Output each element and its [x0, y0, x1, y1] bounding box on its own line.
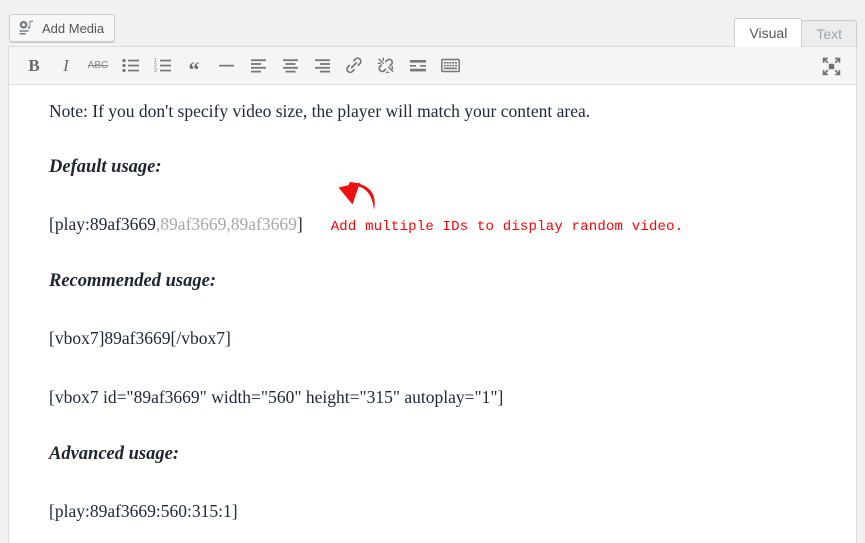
- tab-text[interactable]: Text: [801, 20, 857, 47]
- strikethrough-glyph: ABC: [87, 60, 109, 71]
- shortcode-advanced: [play:89af3669:560:315:1]: [49, 500, 238, 521]
- bold-icon[interactable]: B: [19, 52, 49, 80]
- bold-glyph: B: [28, 55, 40, 75]
- editor-top-bar: Add Media Visual Text: [0, 0, 865, 47]
- editor-toolbar: B I ABC 1 2 3 “: [9, 47, 856, 85]
- post-editor-screen: Add Media Visual Text B I ABC 1 2 3 “ No…: [0, 0, 865, 543]
- tab-text-label: Text: [816, 26, 842, 42]
- add-media-button[interactable]: Add Media: [9, 14, 116, 42]
- tab-visual[interactable]: Visual: [734, 18, 803, 47]
- strikethrough-icon[interactable]: ABC: [83, 52, 113, 80]
- editor-container: B I ABC 1 2 3 “ Note: If you don't speci…: [8, 46, 857, 543]
- heading-advanced-usage: Advanced usage:: [49, 443, 179, 464]
- shortcode-default: [play:89af3669,89af3669,89af3669]: [49, 212, 303, 237]
- tab-visual-label: Visual: [749, 25, 788, 41]
- toolbar-toggle-icon[interactable]: [435, 52, 465, 80]
- align-center-icon[interactable]: [275, 52, 305, 80]
- blockquote-icon[interactable]: “: [179, 52, 209, 80]
- heading-recommended-usage: Recommended usage:: [49, 270, 216, 291]
- shortcode-default-main: [play:89af3669: [49, 214, 156, 235]
- distraction-free-writing-icon[interactable]: [816, 52, 846, 80]
- shortcode-default-dim: ,89af3669,89af3669: [155, 214, 297, 235]
- horizontal-rule-icon[interactable]: [211, 52, 241, 80]
- note-paragraph: Note: If you don't specify video size, t…: [49, 101, 591, 121]
- shortcode-vbox-full: [vbox7 id="89af3669" width="560" height=…: [49, 387, 504, 408]
- numbered-list-icon[interactable]: 1 2 3: [147, 52, 177, 80]
- read-more-tag-icon[interactable]: [403, 52, 433, 80]
- heading-default-usage: Default usage:: [49, 157, 162, 178]
- shortcode-vbox-simple: [vbox7]89af3669[/vbox7]: [49, 327, 231, 348]
- media-icon: [18, 19, 36, 37]
- shortcode-default-row: [play:89af3669,89af3669,89af3669] Add mu…: [49, 182, 834, 237]
- align-right-icon[interactable]: [307, 52, 337, 80]
- shortcode-default-end: ]: [296, 214, 303, 235]
- add-media-label: Add Media: [42, 20, 105, 36]
- editor-mode-tabs: Visual Text: [734, 14, 857, 47]
- align-left-icon[interactable]: [243, 52, 273, 80]
- annotation-text: Add multiple IDs to display random video…: [330, 219, 684, 236]
- unlink-icon[interactable]: [371, 52, 401, 80]
- italic-icon[interactable]: I: [51, 52, 81, 80]
- bulleted-list-icon[interactable]: [115, 52, 145, 80]
- svg-text:3: 3: [154, 68, 157, 73]
- insert-link-icon[interactable]: [339, 52, 369, 80]
- italic-glyph: I: [63, 55, 69, 75]
- editor-content-area[interactable]: Note: If you don't specify video size, t…: [9, 85, 856, 543]
